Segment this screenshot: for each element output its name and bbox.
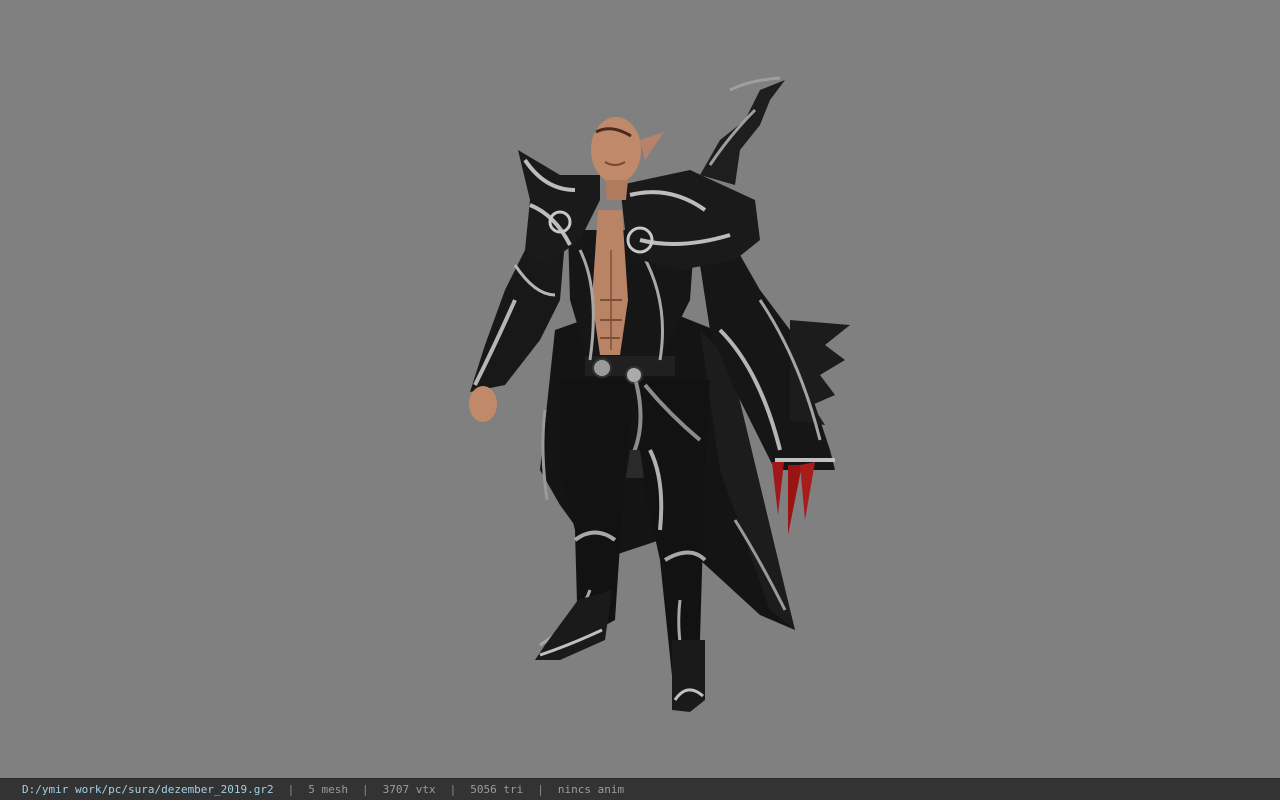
model-file-path: D:/ymir work/pc/sura/dezember_2019.gr2 (22, 783, 274, 796)
vertex-count: 3707 vtx (382, 783, 436, 796)
status-bar: D:/ymir work/pc/sura/dezember_2019.gr2 |… (0, 778, 1280, 800)
pauldrons (518, 76, 785, 270)
separator: | (362, 783, 369, 796)
character-model (469, 76, 850, 712)
model-viewport[interactable] (0, 0, 1280, 778)
mesh-count: 5 mesh (308, 783, 349, 796)
triangle-count: 5056 tri (470, 783, 524, 796)
animation-status: nincs anim (557, 783, 625, 796)
separator: | (287, 783, 295, 796)
separator: | (449, 783, 457, 796)
separator: | (537, 783, 544, 796)
